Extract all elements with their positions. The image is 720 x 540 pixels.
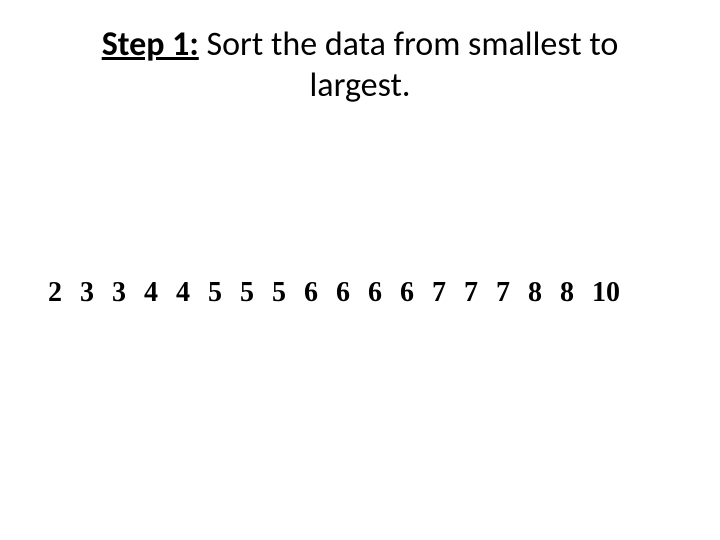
step-label: Step 1: xyxy=(102,24,199,65)
sorted-data-list: 2 3 3 4 4 5 5 5 6 6 6 6 7 7 7 8 8 10 xyxy=(40,277,680,309)
title-line-1: Step 1: Sort the data from smallest to xyxy=(40,25,680,66)
title-line-1-rest: Sort the data from smallest to xyxy=(199,24,619,65)
title-line-2: largest. xyxy=(40,66,680,107)
slide: Step 1: Sort the data from smallest to l… xyxy=(0,0,720,540)
slide-title: Step 1: Sort the data from smallest to l… xyxy=(40,25,680,107)
